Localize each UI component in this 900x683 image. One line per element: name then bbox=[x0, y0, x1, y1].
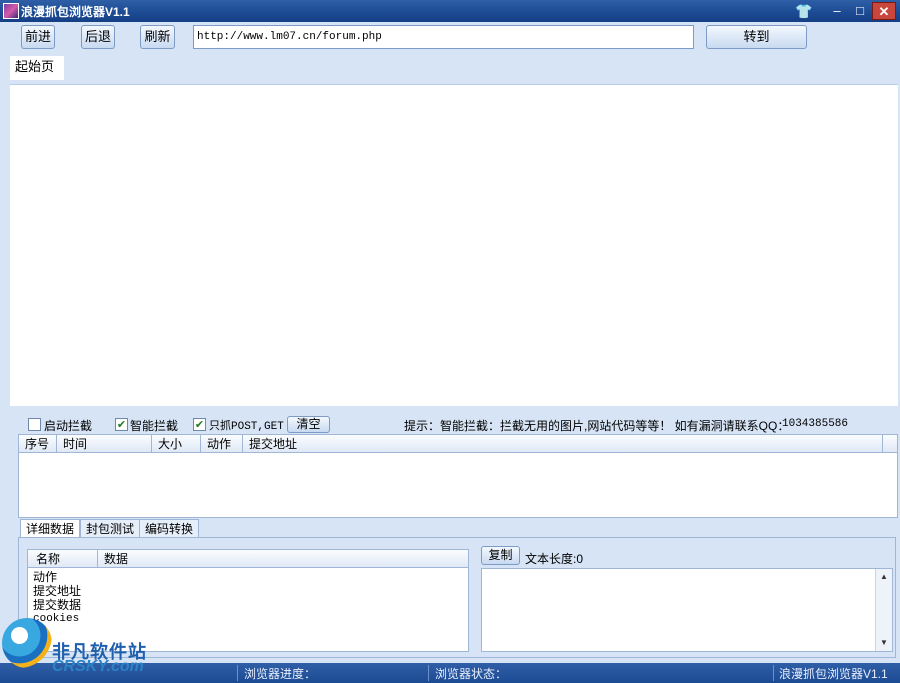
maximize-button[interactable]: □ bbox=[849, 2, 871, 20]
list-item[interactable]: 提交数据 bbox=[33, 599, 81, 612]
postget-only-checkbox[interactable]: ✔ bbox=[193, 418, 206, 431]
close-button[interactable]: ✕ bbox=[872, 2, 896, 20]
url-input[interactable]: http://www.lm07.cn/forum.php bbox=[193, 25, 694, 49]
list-item[interactable]: 动作 bbox=[33, 571, 57, 584]
status-divider bbox=[773, 665, 774, 681]
postget-only-label: 只抓POST,GET bbox=[209, 421, 284, 433]
col-time[interactable]: 时间 bbox=[57, 435, 152, 453]
forward-button[interactable]: 前进 bbox=[21, 25, 55, 49]
status-app-name: 浪漫抓包浏览器V1.1 bbox=[779, 667, 888, 681]
clear-button[interactable]: 清空 bbox=[287, 416, 330, 433]
back-button[interactable]: 后退 bbox=[81, 25, 115, 49]
browser-tab-strip bbox=[10, 56, 898, 83]
tab-encoding[interactable]: 编码转换 bbox=[139, 519, 200, 538]
go-button[interactable]: 转到 bbox=[706, 25, 807, 49]
col-data[interactable]: 数据 bbox=[98, 550, 468, 568]
list-item[interactable]: 提交地址 bbox=[33, 585, 81, 598]
tab-detail-data[interactable]: 详细数据 bbox=[20, 519, 81, 538]
tab-start-page[interactable]: 起始页 bbox=[10, 56, 64, 80]
refresh-button[interactable]: 刷新 bbox=[140, 25, 175, 49]
detail-table-header: 名称 数据 bbox=[28, 550, 468, 568]
title-bar[interactable] bbox=[0, 0, 900, 22]
smart-capture-label: 智能拦截 bbox=[130, 419, 179, 433]
data-textarea[interactable] bbox=[481, 568, 893, 652]
status-divider bbox=[237, 665, 238, 681]
app-icon bbox=[3, 3, 19, 19]
enable-capture-checkbox[interactable] bbox=[28, 418, 41, 431]
smart-capture-checkbox[interactable]: ✔ bbox=[115, 418, 128, 431]
packet-table-header: 序号 时间 大小 动作 提交地址 bbox=[19, 435, 897, 453]
scroll-up-icon[interactable]: ▲ bbox=[876, 570, 892, 584]
qq-number: 1034385586 bbox=[782, 418, 849, 430]
watermark-logo-icon bbox=[2, 618, 52, 668]
web-view[interactable] bbox=[10, 84, 898, 406]
text-length-label: 文本长度:0 bbox=[525, 552, 584, 566]
col-index[interactable]: 序号 bbox=[19, 435, 57, 453]
tab-packet-test[interactable]: 封包测试 bbox=[80, 519, 141, 538]
col-action[interactable]: 动作 bbox=[201, 435, 243, 453]
col-name[interactable]: 名称 bbox=[28, 550, 98, 568]
hint-text: 提示：智能拦截：拦截无用的图片,网站代码等等！ 如有漏洞请联系QQ： bbox=[404, 419, 790, 433]
minimize-button[interactable]: – bbox=[826, 2, 848, 20]
enable-capture-label: 启动拦截 bbox=[44, 419, 93, 433]
status-divider bbox=[428, 665, 429, 681]
detail-table[interactable]: 名称 数据 动作 提交地址 提交数据 cookies bbox=[27, 549, 469, 652]
packet-table[interactable]: 序号 时间 大小 动作 提交地址 bbox=[18, 434, 898, 518]
skin-icon[interactable]: 👕 bbox=[795, 3, 812, 19]
watermark-url: CRSKY.com bbox=[52, 658, 144, 675]
textarea-scrollbar[interactable]: ▲ ▼ bbox=[875, 569, 892, 651]
col-url[interactable]: 提交地址 bbox=[243, 435, 883, 453]
progress-label: 浏览器进度： bbox=[244, 667, 317, 681]
copy-button[interactable]: 复制 bbox=[481, 546, 520, 565]
window-title: 浪漫抓包浏览器V1.1 bbox=[21, 5, 130, 19]
scroll-down-icon[interactable]: ▼ bbox=[876, 636, 892, 650]
col-size[interactable]: 大小 bbox=[152, 435, 201, 453]
state-label: 浏览器状态： bbox=[435, 667, 508, 681]
